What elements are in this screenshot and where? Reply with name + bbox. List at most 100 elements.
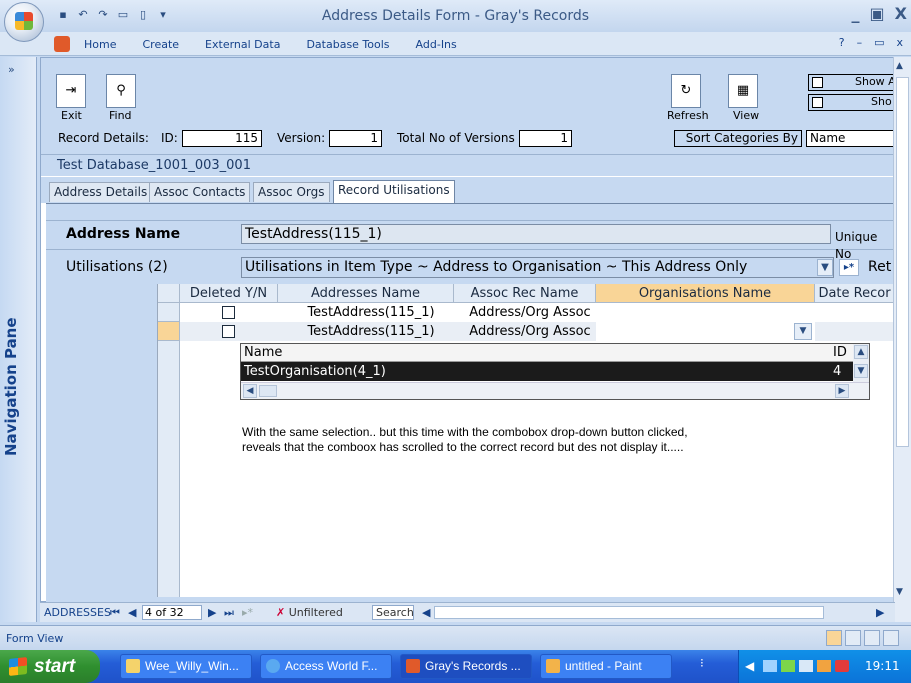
version-field[interactable]: 1 <box>329 130 382 147</box>
col-organisations-name[interactable]: Organisations Name <box>596 284 815 303</box>
id-field[interactable]: 115 <box>182 130 262 147</box>
assoc-cell[interactable]: Address/Org Assoc <box>464 303 596 322</box>
security-icon[interactable] <box>817 660 831 672</box>
refresh-button[interactable]: ↻ <box>671 74 701 108</box>
combo-vertical-scrollbar[interactable]: ▲ ▼ <box>853 344 869 382</box>
minimize-button[interactable]: _ <box>852 4 860 23</box>
maximize-button[interactable]: ▣ <box>870 4 885 23</box>
monitor-icon[interactable] <box>799 660 813 672</box>
refresh-label: Refresh <box>667 109 709 122</box>
form-view-icon[interactable] <box>826 630 842 646</box>
address-name-field[interactable]: TestAddress(115_1) <box>241 224 831 244</box>
combo-horizontal-scrollbar[interactable]: ◀ ▶ <box>241 382 869 399</box>
search-input[interactable]: Search <box>372 605 414 620</box>
tab-assoc-contacts[interactable]: Assoc Contacts <box>149 182 251 202</box>
tray-expand-icon[interactable]: ◀ <box>745 650 754 683</box>
tab-database-tools[interactable]: Database Tools <box>306 38 389 51</box>
new-record-button[interactable]: ▸* <box>839 259 859 276</box>
org-combo-list[interactable]: Name ID TestOrganisation(4_1) 4 ▲ ▼ ◀ ▶ <box>240 343 870 400</box>
help-icon[interactable]: ? <box>839 36 845 49</box>
prev-record-button[interactable]: ◀ <box>128 606 136 619</box>
deleted-checkbox[interactable] <box>222 306 235 319</box>
table-row[interactable]: TestAddress(115_1) Address/Org Assoc <box>158 303 895 322</box>
show-toggle[interactable]: Sho <box>808 94 898 111</box>
exit-button[interactable]: ⇥ <box>56 74 86 108</box>
taskbar-item-access-world[interactable]: Access World F... <box>260 654 392 679</box>
total-versions-field[interactable]: 1 <box>519 130 572 147</box>
horizontal-scroll-thumb[interactable] <box>434 606 824 619</box>
sort-categories-field[interactable]: Name <box>806 130 896 147</box>
org-cell[interactable] <box>596 303 815 322</box>
tab-create[interactable]: Create <box>142 38 179 51</box>
col-deleted[interactable]: Deleted Y/N <box>180 284 278 303</box>
record-details-label: Record Details: <box>58 131 149 145</box>
col-date-recorded[interactable]: Date Recor <box>815 284 895 303</box>
tab-assoc-orgs[interactable]: Assoc Orgs <box>253 182 330 202</box>
show-all-toggle[interactable]: Show A <box>808 74 898 91</box>
filter-status[interactable]: ✗ Unfiltered <box>276 606 343 619</box>
network-icon[interactable] <box>763 660 777 672</box>
form-vertical-scrollbar[interactable]: ▲ ▼ <box>893 57 911 622</box>
org-combo-cell[interactable] <box>596 322 815 341</box>
close-button[interactable]: X <box>895 4 907 23</box>
view-button[interactable]: ▦ <box>728 74 758 108</box>
last-record-button[interactable]: ⏭ <box>224 606 234 620</box>
alert-icon[interactable] <box>835 660 849 672</box>
new-blank-record-button[interactable]: ▸* <box>242 606 253 619</box>
layout-view-icon[interactable] <box>864 630 880 646</box>
scroll-thumb[interactable] <box>259 385 277 397</box>
nav-pane-label[interactable]: Navigation Pane <box>2 287 34 487</box>
scroll-up-icon[interactable]: ▲ <box>854 345 868 359</box>
scroll-right-icon[interactable]: ▶ <box>876 606 884 619</box>
taskbar-overflow-icon[interactable]: ⁝ <box>700 656 704 670</box>
scroll-left-icon[interactable]: ◀ <box>422 606 430 619</box>
grid-view-icon: ▦ <box>736 83 750 98</box>
tab-external-data[interactable]: External Data <box>205 38 280 51</box>
signal-icon[interactable] <box>781 660 795 672</box>
sort-categories-button[interactable]: Sort Categories By <box>674 130 802 147</box>
scroll-up-icon[interactable]: ▲ <box>896 61 903 71</box>
col-addresses-name[interactable]: Addresses Name <box>278 284 454 303</box>
scroll-down-icon[interactable]: ▼ <box>896 587 903 597</box>
row-selector[interactable] <box>158 303 180 322</box>
address-cell[interactable]: TestAddress(115_1) <box>278 303 464 322</box>
deleted-checkbox[interactable] <box>222 325 235 338</box>
record-position-field[interactable]: 4 of 32 <box>142 605 202 620</box>
nav-expand-icon[interactable]: » <box>8 63 15 76</box>
start-button[interactable]: start <box>0 650 100 683</box>
find-button[interactable]: ⚲ <box>106 74 136 108</box>
row-selector-current[interactable] <box>158 322 180 341</box>
next-record-button[interactable]: ▶ <box>208 606 216 619</box>
datasheet-view-icon[interactable] <box>845 630 861 646</box>
utilisations-combo[interactable]: Utilisations in Item Type ~ Address to O… <box>241 257 834 278</box>
scroll-right-icon[interactable]: ▶ <box>835 384 849 398</box>
org-combo-dropdown-button[interactable]: ▼ <box>794 323 812 340</box>
scroll-left-icon[interactable]: ◀ <box>243 384 257 398</box>
show-checkbox[interactable] <box>812 97 823 108</box>
utilisations-dropdown-button[interactable]: ▼ <box>817 259 833 276</box>
select-all-corner[interactable] <box>158 284 180 303</box>
tab-add-ins[interactable]: Add-Ins <box>416 38 457 51</box>
show-all-checkbox[interactable] <box>812 77 823 88</box>
design-view-icon[interactable] <box>883 630 899 646</box>
doc-restore-button[interactable]: ▭ <box>874 36 884 49</box>
doc-minimize-button[interactable]: – <box>857 36 863 49</box>
col-assoc-rec-name[interactable]: Assoc Rec Name <box>454 284 596 303</box>
scroll-down-icon[interactable]: ▼ <box>854 364 868 378</box>
taskbar-item-paint[interactable]: untitled - Paint <box>540 654 672 679</box>
table-row[interactable]: TestAddress(115_1) Address/Org Assoc ▼ <box>158 322 895 341</box>
first-record-button[interactable]: ⏮ <box>110 606 120 620</box>
assoc-cell[interactable]: Address/Org Assoc <box>464 322 596 341</box>
address-cell[interactable]: TestAddress(115_1) <box>278 322 464 341</box>
clock[interactable]: 19:11 <box>865 650 900 683</box>
scroll-thumb[interactable] <box>896 77 909 447</box>
combo-list-item[interactable]: TestOrganisation(4_1) 4 <box>241 362 853 381</box>
tab-address-details[interactable]: Address Details <box>49 182 153 202</box>
tab-record-utilisations[interactable]: Record Utilisations <box>333 180 455 203</box>
taskbar-item-grays-records[interactable]: Gray's Records ... <box>400 654 532 679</box>
tab-home[interactable]: Home <box>84 38 116 51</box>
taskbar-item-wee-willy[interactable]: Wee_Willy_Win... <box>120 654 252 679</box>
navigation-pane[interactable]: » Navigation Pane <box>0 57 37 622</box>
doc-close-button[interactable]: x <box>896 36 903 49</box>
office-button[interactable] <box>4 2 44 42</box>
